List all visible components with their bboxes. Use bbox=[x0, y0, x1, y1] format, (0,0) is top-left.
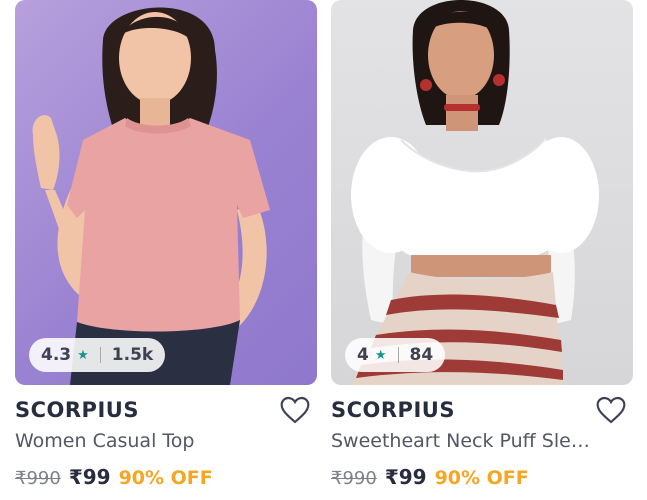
discount-label: 90% OFF bbox=[118, 467, 213, 489]
product-grid: 4.3 ★ 1.5k SCORPIUS Women Casual Top ₹99… bbox=[0, 0, 647, 500]
rating-divider bbox=[99, 347, 101, 363]
original-price: ₹990 bbox=[15, 468, 61, 489]
rating-count: 1.5k bbox=[111, 345, 154, 365]
product-brand: SCORPIUS bbox=[15, 398, 139, 422]
star-icon: ★ bbox=[374, 347, 387, 363]
sale-price: ₹99 bbox=[384, 465, 427, 489]
star-icon: ★ bbox=[77, 347, 89, 363]
rating-value: 4 bbox=[357, 345, 369, 365]
price-row: ₹990 ₹99 90% OFF bbox=[331, 465, 529, 489]
product-brand: SCORPIUS bbox=[331, 398, 455, 422]
product-image[interactable]: 4 ★ 84 bbox=[331, 0, 633, 385]
original-price: ₹990 bbox=[331, 468, 377, 489]
price-row: ₹990 ₹99 90% OFF bbox=[15, 465, 213, 489]
product-photo bbox=[32, 7, 270, 385]
heart-icon[interactable] bbox=[279, 395, 311, 425]
discount-label: 90% OFF bbox=[434, 467, 529, 489]
product-title: Women Casual Top bbox=[15, 430, 195, 452]
product-title: Sweetheart Neck Puff Sle… bbox=[331, 430, 590, 452]
rating-count: 84 bbox=[409, 345, 434, 365]
product-image[interactable]: 4.3 ★ 1.5k bbox=[15, 0, 317, 385]
rating-badge: 4 ★ 84 bbox=[345, 338, 446, 372]
product-card[interactable]: 4.3 ★ 1.5k SCORPIUS Women Casual Top ₹99… bbox=[15, 0, 317, 500]
rating-divider bbox=[397, 347, 399, 363]
product-photo bbox=[351, 0, 599, 385]
rating-value: 4.3 bbox=[41, 345, 72, 365]
sale-price: ₹99 bbox=[68, 465, 111, 489]
product-card[interactable]: 4 ★ 84 SCORPIUS Sweetheart Neck Puff Sle… bbox=[331, 0, 633, 500]
rating-badge: 4.3 ★ 1.5k bbox=[29, 338, 166, 372]
heart-icon[interactable] bbox=[595, 395, 627, 425]
